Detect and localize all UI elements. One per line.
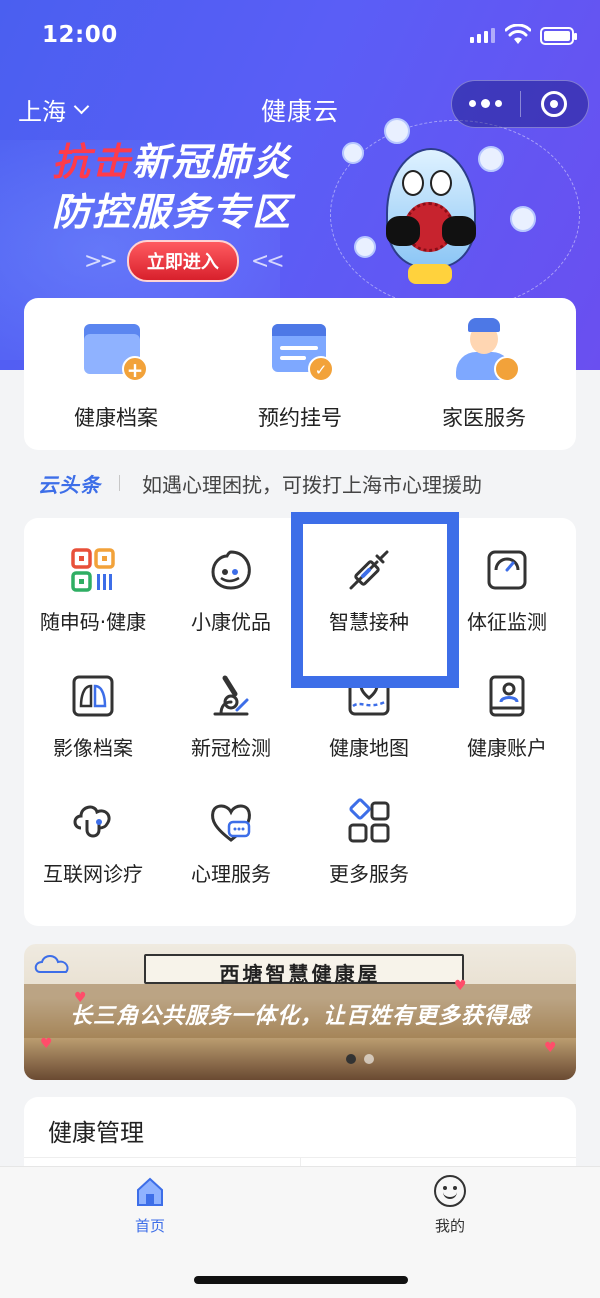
heart-icon: ♥ [544, 1040, 557, 1056]
mental-health-button[interactable]: 心理服务 [162, 770, 300, 888]
miniprogram-capsule [451, 80, 589, 128]
target-icon [541, 91, 568, 117]
family-doctor-label: 家医服务 [442, 406, 526, 430]
home-indicator [194, 1276, 408, 1284]
folder-plus-icon: + [80, 318, 152, 382]
imaging-records-button[interactable]: 影像档案 [24, 644, 162, 762]
more-button[interactable] [452, 81, 520, 127]
smart-vaccination-label: 智慧接种 [329, 610, 409, 634]
qr-code-icon [69, 546, 117, 594]
arrows-left-icon: << [250, 248, 285, 274]
hero-enter-row: >> 立即进入 << [84, 240, 285, 282]
smart-vaccination-button[interactable]: 智慧接种 [300, 518, 438, 636]
status-bar: 12:00 [0, 0, 600, 72]
pill-icon [478, 146, 504, 172]
tab-me[interactable]: 我的 [390, 1175, 510, 1236]
health-map-label: 健康地图 [329, 736, 409, 760]
store-name: 西塘智慧健康屋 [219, 962, 381, 986]
appointment-button[interactable]: ✓ 预约挂号 [208, 318, 392, 432]
covid-test-button[interactable]: 新冠检测 [162, 644, 300, 762]
hero-line1: 抗击新冠肺炎 [52, 138, 292, 186]
hero-line1-rest: 新冠肺炎 [132, 140, 293, 184]
heart-chat-icon [207, 798, 255, 846]
online-consult-label: 互联网诊疗 [43, 862, 143, 886]
appointment-label: 预约挂号 [258, 406, 342, 430]
more-dots-icon [469, 99, 503, 108]
hero-line1-red: 抗击 [52, 140, 133, 184]
ticker-divider [119, 475, 120, 491]
health-records-button[interactable]: + 健康档案 [24, 318, 208, 432]
account-book-icon [483, 672, 531, 720]
home-icon [133, 1175, 167, 1209]
heart-icon: ♥ [40, 1036, 53, 1052]
gauge-icon [483, 546, 531, 594]
xiaokang-label: 小康优品 [191, 610, 271, 634]
hero-line2: 防控服务专区 [52, 190, 293, 234]
more-services-label: 更多服务 [329, 862, 409, 886]
mascot-face-icon [207, 546, 255, 594]
microscope-icon [207, 672, 255, 720]
quick-services-card: + 健康档案 ✓ 预约挂号 家医服务 [24, 298, 576, 450]
lungs-icon [69, 672, 117, 720]
doctor-icon [448, 318, 520, 382]
tab-me-label: 我的 [434, 1217, 465, 1235]
mascot-illustration [368, 130, 488, 290]
status-time: 12:00 [42, 22, 118, 48]
virus-small-icon [342, 142, 364, 164]
news-ticker: 云头条 如遇心理困扰，可拨打上海市心理援助 [38, 466, 578, 500]
nav-bar: 上海 健康云 [0, 80, 600, 136]
more-services-button[interactable]: 更多服务 [300, 770, 438, 888]
capsule-icon [354, 236, 376, 258]
xiaokang-button[interactable]: 小康优品 [162, 518, 300, 636]
suishen-code-label: 随申码·健康 [39, 610, 147, 634]
more-grid-icon [345, 798, 393, 846]
family-doctor-button[interactable]: 家医服务 [392, 318, 576, 432]
health-records-label: 健康档案 [74, 406, 158, 430]
health-map-button[interactable]: 健康地图 [300, 644, 438, 762]
vital-signs-label: 体征监测 [467, 610, 547, 634]
map-pin-icon [345, 672, 393, 720]
ticker-brand: 云头条 [38, 472, 101, 497]
tab-home[interactable]: 首页 [90, 1175, 210, 1236]
smile-face-icon [433, 1175, 467, 1209]
shield-icon [384, 118, 410, 144]
heart-icon: ♥ [74, 990, 87, 1006]
health-account-label: 健康账户 [467, 736, 547, 760]
hero-headline: 抗击新冠肺炎 防控服务专区 [52, 138, 292, 238]
health-management-title: 健康管理 [48, 1119, 144, 1147]
online-consult-button[interactable]: 互联网诊疗 [24, 770, 162, 888]
covid-test-label: 新冠检测 [191, 736, 271, 760]
enter-now-button[interactable]: 立即进入 [126, 240, 239, 282]
promo-carousel[interactable]: 西塘智慧健康屋 长三角公共服务一体化，让百姓有更多获得感 ♥ ♥ ♥ ♥ [24, 944, 576, 1080]
promo-slogan: 长三角公共服务一体化，让百姓有更多获得感 [69, 1004, 530, 1029]
syringe-icon [345, 546, 393, 594]
heart-icon: ♥ [454, 978, 467, 994]
health-account-button[interactable]: 健康账户 [438, 644, 576, 762]
carousel-indicator [346, 1054, 374, 1064]
battery-icon [540, 27, 577, 45]
mental-health-label: 心理服务 [191, 862, 271, 886]
wifi-icon [505, 24, 531, 44]
tab-home-label: 首页 [134, 1217, 165, 1235]
cross-icon [510, 206, 536, 232]
cloud-stethoscope-icon [69, 798, 117, 846]
arrows-right-icon: >> [84, 248, 118, 274]
close-miniprogram-button[interactable] [521, 81, 589, 127]
ticker-message[interactable]: 如遇心理困扰，可拨打上海市心理援助 [142, 469, 482, 498]
services-grid: 随申码·健康 小康优品 智慧接种 体征监测 影像档案 新冠检测 健康地图 健康账… [24, 518, 576, 926]
vital-signs-button[interactable]: 体征监测 [438, 518, 576, 636]
calendar-check-icon: ✓ [264, 318, 336, 382]
suishen-code-button[interactable]: 随申码·健康 [24, 518, 162, 636]
imaging-records-label: 影像档案 [53, 736, 133, 760]
signal-icon [470, 28, 495, 43]
